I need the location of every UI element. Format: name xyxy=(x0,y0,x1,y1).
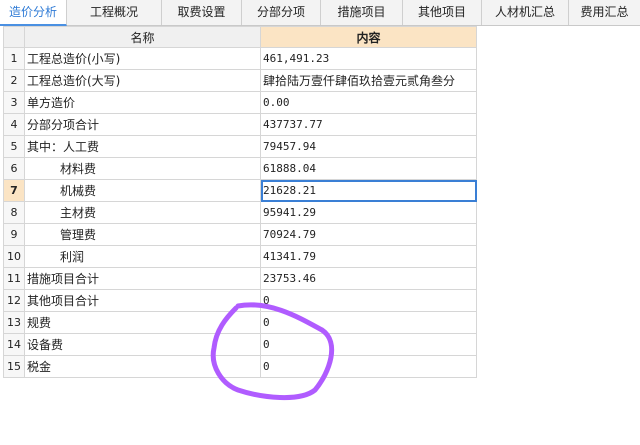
row-value[interactable]: 70924.79 xyxy=(260,223,477,246)
row-number[interactable]: 5 xyxy=(3,135,25,158)
table-row[interactable]: 12 其他项目合计 0 xyxy=(3,289,477,312)
row-number[interactable]: 13 xyxy=(3,311,25,334)
tab-other-items[interactable]: 其他项目 xyxy=(403,0,482,25)
row-value[interactable]: 79457.94 xyxy=(260,135,477,158)
row-value[interactable]: 41341.79 xyxy=(260,245,477,268)
row-value[interactable]: 0 xyxy=(260,333,477,356)
tab-cost-analysis[interactable]: 造价分析 xyxy=(0,0,67,26)
tab-sub-items[interactable]: 分部分项 xyxy=(242,0,321,25)
row-value[interactable]: 437737.77 xyxy=(260,113,477,136)
row-name[interactable]: 机械费 xyxy=(24,179,261,202)
row-number[interactable]: 7 xyxy=(3,179,25,202)
row-name[interactable]: 利润 xyxy=(24,245,261,268)
row-value[interactable]: 0 xyxy=(260,289,477,312)
row-number[interactable]: 14 xyxy=(3,333,25,356)
table-row[interactable]: 6 材料费 61888.04 xyxy=(3,157,477,180)
tab-fee-summary[interactable]: 费用汇总 xyxy=(569,0,640,25)
row-value[interactable]: 23753.46 xyxy=(260,267,477,290)
table-row[interactable]: 1 工程总造价(小写) 461,491.23 xyxy=(3,47,477,70)
tab-labor-material-machine[interactable]: 人材机汇总 xyxy=(482,0,569,25)
row-name[interactable]: 工程总造价(小写) xyxy=(24,47,261,70)
column-header-content[interactable]: 内容 xyxy=(260,26,477,48)
row-name[interactable]: 其他项目合计 xyxy=(24,289,261,312)
corner-cell xyxy=(3,26,25,48)
table-row[interactable]: 3 单方造价 0.00 xyxy=(3,91,477,114)
table-row[interactable]: 9 管理费 70924.79 xyxy=(3,223,477,246)
row-name[interactable]: 措施项目合计 xyxy=(24,267,261,290)
table-row-selected[interactable]: 7 机械费 21628.21 xyxy=(3,179,477,202)
table-row[interactable]: 8 主材费 95941.29 xyxy=(3,201,477,224)
cost-analysis-table: 名称 内容 1 工程总造价(小写) 461,491.23 2 工程总造价(大写)… xyxy=(3,26,477,378)
table-row[interactable]: 4 分部分项合计 437737.77 xyxy=(3,113,477,136)
row-number[interactable]: 15 xyxy=(3,355,25,378)
row-name[interactable]: 管理费 xyxy=(24,223,261,246)
row-value[interactable]: 0 xyxy=(260,355,477,378)
tab-project-overview[interactable]: 工程概况 xyxy=(67,0,162,25)
table-row[interactable]: 14 设备费 0 xyxy=(3,333,477,356)
row-value[interactable]: 0.00 xyxy=(260,91,477,114)
row-value[interactable]: 461,491.23 xyxy=(260,47,477,70)
table-row[interactable]: 5 其中：人工费 79457.94 xyxy=(3,135,477,158)
tab-bar: 造价分析 工程概况 取费设置 分部分项 措施项目 其他项目 人材机汇总 费用汇总 xyxy=(0,0,640,26)
row-name[interactable]: 单方造价 xyxy=(24,91,261,114)
table-row[interactable]: 15 税金 0 xyxy=(3,355,477,378)
row-number[interactable]: 9 xyxy=(3,223,25,246)
row-value[interactable]: 0 xyxy=(260,311,477,334)
table-header-row: 名称 内容 xyxy=(3,26,477,48)
row-value-focused[interactable]: 21628.21 xyxy=(260,179,477,202)
row-value[interactable]: 95941.29 xyxy=(260,201,477,224)
row-name[interactable]: 材料费 xyxy=(24,157,261,180)
row-name[interactable]: 设备费 xyxy=(24,333,261,356)
row-name[interactable]: 其中：人工费 xyxy=(24,135,261,158)
row-number[interactable]: 2 xyxy=(3,69,25,92)
column-header-name[interactable]: 名称 xyxy=(24,26,261,48)
row-number[interactable]: 4 xyxy=(3,113,25,136)
row-number[interactable]: 12 xyxy=(3,289,25,312)
row-value[interactable]: 肆拾陆万壹仟肆佰玖拾壹元贰角叁分 xyxy=(260,69,477,92)
row-name[interactable]: 规费 xyxy=(24,311,261,334)
row-name[interactable]: 主材费 xyxy=(24,201,261,224)
row-name[interactable]: 工程总造价(大写) xyxy=(24,69,261,92)
tab-measures[interactable]: 措施项目 xyxy=(321,0,403,25)
row-number[interactable]: 6 xyxy=(3,157,25,180)
row-number[interactable]: 11 xyxy=(3,267,25,290)
tab-fee-settings[interactable]: 取费设置 xyxy=(162,0,242,25)
table-row[interactable]: 13 规费 0 xyxy=(3,311,477,334)
row-number[interactable]: 3 xyxy=(3,91,25,114)
table-row[interactable]: 2 工程总造价(大写) 肆拾陆万壹仟肆佰玖拾壹元贰角叁分 xyxy=(3,69,477,92)
row-name[interactable]: 分部分项合计 xyxy=(24,113,261,136)
row-name[interactable]: 税金 xyxy=(24,355,261,378)
row-number[interactable]: 8 xyxy=(3,201,25,224)
row-number[interactable]: 10 xyxy=(3,245,25,268)
table-row[interactable]: 10 利润 41341.79 xyxy=(3,245,477,268)
row-value[interactable]: 61888.04 xyxy=(260,157,477,180)
table-row[interactable]: 11 措施项目合计 23753.46 xyxy=(3,267,477,290)
row-number[interactable]: 1 xyxy=(3,47,25,70)
